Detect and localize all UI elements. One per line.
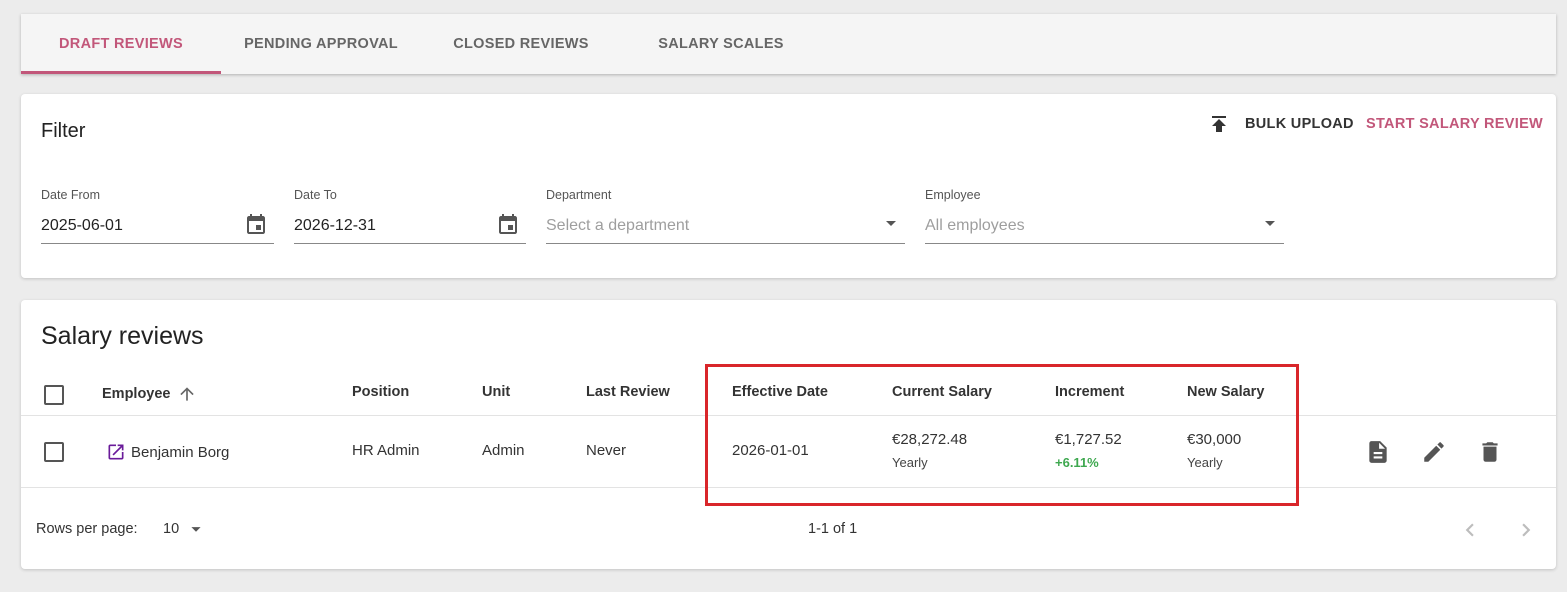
employee-label: Employee <box>925 188 981 202</box>
last-review-cell: Never <box>586 442 627 459</box>
column-header-new-salary[interactable]: New Salary <box>1187 384 1264 400</box>
rows-per-page-label: Rows per page: <box>36 521 138 537</box>
column-header-last-review[interactable]: Last Review <box>586 384 670 400</box>
unit-cell: Admin <box>482 442 525 459</box>
salary-reviews-card: Salary reviews Employee Position Unit La… <box>21 300 1556 569</box>
dropdown-arrow-icon <box>1265 221 1275 226</box>
date-to-label: Date To <box>294 188 337 202</box>
chevron-right-icon[interactable] <box>1513 517 1539 543</box>
upload-icon <box>1212 116 1226 132</box>
new-salary-value: €30,000 <box>1187 431 1242 448</box>
date-from-field[interactable]: Date From 2025-06-01 <box>41 186 274 244</box>
filter-card: Filter BULK UPLOAD START SALARY REVIEW D… <box>21 94 1556 278</box>
current-salary-value: €28,272.48 <box>892 431 968 448</box>
column-header-employee[interactable]: Employee <box>102 384 197 404</box>
bulk-upload-label: BULK UPLOAD <box>1245 116 1354 132</box>
column-header-current-salary[interactable]: Current Salary <box>892 384 992 400</box>
sort-arrow-up-icon[interactable] <box>177 384 197 404</box>
document-icon[interactable] <box>1365 439 1391 465</box>
employee-select[interactable]: Employee All employees <box>925 186 1284 244</box>
date-to-field[interactable]: Date To 2026-12-31 <box>294 186 526 244</box>
employee-name: Benjamin Borg <box>131 443 230 461</box>
column-header-effective-date[interactable]: Effective Date <box>732 384 828 400</box>
start-salary-review-button[interactable]: START SALARY REVIEW <box>1366 112 1543 136</box>
dropdown-arrow-icon <box>886 221 896 226</box>
filter-title: Filter <box>41 120 86 142</box>
tab-draft-reviews[interactable]: DRAFT REVIEWS <box>21 14 221 74</box>
position-cell: HR Admin <box>352 442 420 459</box>
department-select[interactable]: Department Select a department <box>546 186 905 244</box>
tab-pending-approval[interactable]: PENDING APPROVAL <box>221 14 421 74</box>
row-checkbox[interactable] <box>44 442 64 462</box>
effective-date-cell: 2026-01-01 <box>732 442 809 459</box>
tabs-bar: DRAFT REVIEWS PENDING APPROVAL CLOSED RE… <box>21 14 1556 74</box>
open-in-new-icon <box>108 444 124 460</box>
column-header-unit[interactable]: Unit <box>482 384 510 400</box>
column-header-increment[interactable]: Increment <box>1055 384 1124 400</box>
rows-per-page-value: 10 <box>163 521 180 537</box>
calendar-icon[interactable] <box>496 213 520 237</box>
chevron-left-icon[interactable] <box>1457 517 1483 543</box>
tab-closed-reviews[interactable]: CLOSED REVIEWS <box>421 14 621 74</box>
pagination-range: 1-1 of 1 <box>808 521 858 537</box>
date-from-label: Date From <box>41 188 101 202</box>
bulk-upload-button[interactable]: BULK UPLOAD <box>1207 112 1354 136</box>
increment-percentage: +6.11% <box>1055 455 1099 470</box>
department-label: Department <box>546 188 612 202</box>
delete-icon[interactable] <box>1477 439 1503 465</box>
active-tab-indicator <box>21 71 221 74</box>
column-header-employee-label: Employee <box>102 386 171 402</box>
date-to-value: 2026-12-31 <box>294 217 376 234</box>
new-salary-period: Yearly <box>1187 455 1223 470</box>
employee-link[interactable]: Benjamin Borg <box>106 442 229 462</box>
dropdown-arrow-icon <box>191 527 201 532</box>
tab-salary-scales[interactable]: SALARY SCALES <box>621 14 821 74</box>
department-placeholder: Select a department <box>546 217 690 234</box>
select-all-checkbox[interactable] <box>44 385 64 405</box>
column-header-position[interactable]: Position <box>352 384 409 400</box>
header-divider <box>21 415 1556 416</box>
edit-icon[interactable] <box>1421 439 1447 465</box>
employee-placeholder: All employees <box>925 217 1025 234</box>
row-divider <box>21 487 1556 488</box>
current-salary-period: Yearly <box>892 455 928 470</box>
rows-per-page-select[interactable]: 10 <box>163 518 207 540</box>
salary-reviews-title: Salary reviews <box>41 322 204 350</box>
increment-value: €1,727.52 <box>1055 431 1122 448</box>
calendar-icon[interactable] <box>244 213 268 237</box>
date-from-value: 2025-06-01 <box>41 217 123 234</box>
